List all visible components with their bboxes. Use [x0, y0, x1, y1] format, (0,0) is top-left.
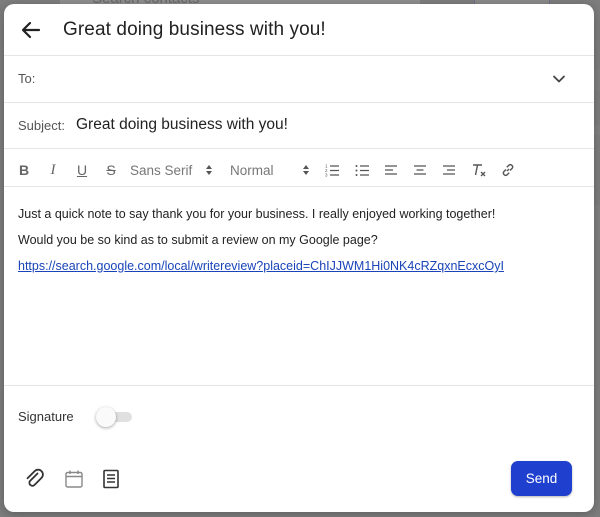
template-button[interactable]: [100, 468, 122, 490]
review-link[interactable]: https://search.google.com/local/writerev…: [18, 259, 504, 273]
font-family-select[interactable]: Sans Serif: [130, 152, 220, 188]
calendar-icon: [65, 470, 83, 488]
schedule-button[interactable]: [63, 468, 85, 490]
align-right-icon: [443, 165, 455, 175]
svg-text:3: 3: [325, 173, 328, 178]
align-center-button[interactable]: [412, 152, 428, 188]
compose-header: Great doing business with you!: [4, 4, 594, 56]
to-label: To:: [18, 71, 36, 86]
align-left-button[interactable]: [383, 152, 399, 188]
italic-button[interactable]: I: [45, 152, 61, 188]
body-line: https://search.google.com/local/writerev…: [18, 256, 578, 282]
font-size-value: Normal: [230, 162, 274, 178]
font-family-value: Sans Serif: [130, 162, 193, 178]
font-size-select[interactable]: Normal: [230, 152, 310, 188]
divider: [4, 385, 594, 386]
compose-modal: Great doing business with you! To: Subje…: [4, 4, 594, 512]
arrow-left-icon: [21, 21, 41, 39]
document-icon: [103, 469, 119, 489]
paperclip-icon: [26, 468, 44, 487]
bold-button[interactable]: B: [16, 152, 32, 188]
toggle-knob: [96, 407, 116, 427]
body-line: Just a quick note to say thank you for y…: [18, 207, 496, 221]
to-dropdown-button[interactable]: [551, 71, 567, 87]
align-left-icon: [385, 165, 397, 175]
to-input[interactable]: [44, 64, 544, 92]
send-button[interactable]: Send: [511, 461, 572, 496]
divider: [4, 186, 594, 187]
clear-format-icon: [473, 164, 486, 177]
strike-label: S: [106, 162, 116, 178]
formatting-toolbar: B I U S Sans Serif Normal 1 2 3: [4, 152, 594, 188]
clear-format-button[interactable]: [470, 152, 488, 188]
bold-label: B: [18, 162, 30, 178]
back-button[interactable]: [20, 19, 42, 41]
underline-button[interactable]: U: [74, 152, 90, 188]
divider: [4, 55, 594, 56]
divider: [4, 102, 594, 103]
body-line: Would you be so kind as to submit a revi…: [18, 233, 378, 247]
signature-label: Signature: [18, 409, 74, 424]
signature-toggle[interactable]: [96, 407, 134, 427]
strikethrough-button[interactable]: S: [103, 152, 119, 188]
updown-arrows-icon: [206, 165, 213, 175]
link-icon: [502, 164, 514, 176]
subject-input[interactable]: Great doing business with you!: [76, 116, 288, 134]
bullet-list-button[interactable]: [354, 152, 370, 188]
divider: [4, 148, 594, 149]
chevron-down-icon: [553, 75, 565, 83]
align-center-icon: [414, 165, 426, 175]
italic-label: I: [50, 161, 56, 178]
subject-label: Subject:: [18, 118, 65, 133]
underline-label: U: [76, 162, 88, 178]
ordered-list-button[interactable]: 1 2 3: [324, 152, 340, 188]
insert-link-button[interactable]: [499, 152, 517, 188]
attach-button[interactable]: [24, 468, 46, 490]
message-editor[interactable]: Just a quick note to say thank you for y…: [18, 204, 578, 282]
align-right-button[interactable]: [441, 152, 457, 188]
compose-title: Great doing business with you!: [63, 19, 326, 40]
bullet-list-icon: [355, 165, 369, 176]
updown-arrows-icon: [302, 165, 309, 175]
ordered-list-icon: 1 2 3: [325, 164, 339, 178]
